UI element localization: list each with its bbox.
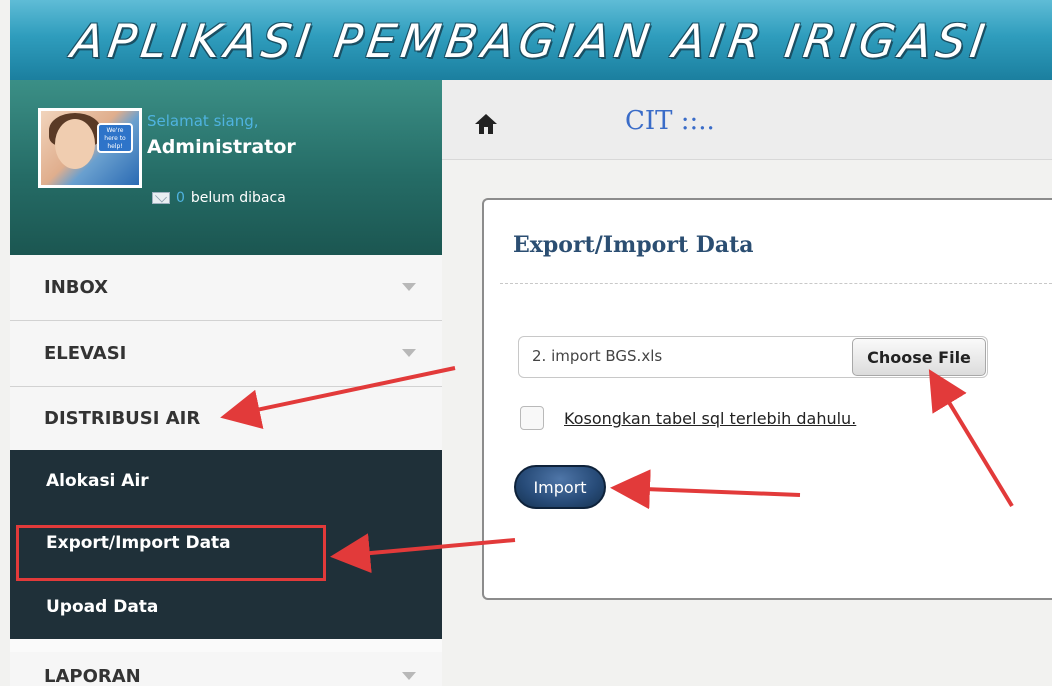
menu-item-laporan[interactable]: LAPORAN xyxy=(10,652,442,686)
avatar-face xyxy=(55,119,95,169)
menu-item-label: ELEVASI xyxy=(44,343,127,364)
menu-item-elevasi[interactable]: ELEVASI xyxy=(10,321,442,387)
annotation-highlight-box xyxy=(16,525,326,581)
submenu-item-alokasi-air[interactable]: Alokasi Air xyxy=(10,450,442,512)
chevron-down-icon xyxy=(402,283,416,291)
menu-item-label: LAPORAN xyxy=(44,666,141,686)
empty-table-checkbox-label[interactable]: Kosongkan tabel sql terlebih dahulu. xyxy=(564,409,856,428)
divider xyxy=(500,283,1052,284)
app-header: APLIKASI PEMBAGIAN AIR IRIGASI xyxy=(10,0,1052,80)
greeting-text: Selamat siang, xyxy=(147,112,259,130)
app-title: APLIKASI PEMBAGIAN AIR IRIGASI xyxy=(68,14,994,68)
app-window: APLIKASI PEMBAGIAN AIR IRIGASI We're her… xyxy=(0,0,1052,686)
unread-messages-link[interactable]: 0 belum dibaca xyxy=(152,190,286,206)
menu-item-label: DISTRIBUSI AIR xyxy=(44,408,201,429)
menu-item-inbox[interactable]: INBOX xyxy=(10,255,442,321)
selected-file-name: 2. import BGS.xls xyxy=(532,347,663,365)
empty-table-checkbox[interactable] xyxy=(520,406,544,430)
avatar: We're here to help! xyxy=(38,108,142,188)
unread-count: 0 xyxy=(176,190,185,206)
avatar-badge: We're here to help! xyxy=(97,123,133,153)
breadcrumb xyxy=(442,80,1052,160)
sidebar: We're here to help! Selamat siang, Admin… xyxy=(10,80,442,686)
panel-title: Export/Import Data xyxy=(513,232,754,258)
export-import-panel xyxy=(482,198,1052,600)
import-button[interactable]: Import xyxy=(514,465,606,509)
chevron-down-icon xyxy=(402,672,416,680)
submenu-item-label: Upoad Data xyxy=(46,596,159,617)
menu-item-label: INBOX xyxy=(44,277,109,298)
choose-file-button[interactable]: Choose File xyxy=(852,338,986,376)
submenu-item-upload-data[interactable]: Upoad Data xyxy=(10,574,442,639)
menu-item-distribusi-air[interactable]: DISTRIBUSI AIR xyxy=(10,387,442,450)
unread-label: belum dibaca xyxy=(190,190,286,206)
chevron-down-icon xyxy=(402,349,416,357)
username: Administrator xyxy=(147,136,296,158)
mail-icon xyxy=(152,192,170,204)
home-icon[interactable] xyxy=(474,112,498,136)
breadcrumb-text: CIT ::.. xyxy=(625,106,715,136)
profile-panel: We're here to help! Selamat siang, Admin… xyxy=(10,80,442,255)
submenu-item-label: Alokasi Air xyxy=(46,471,149,491)
